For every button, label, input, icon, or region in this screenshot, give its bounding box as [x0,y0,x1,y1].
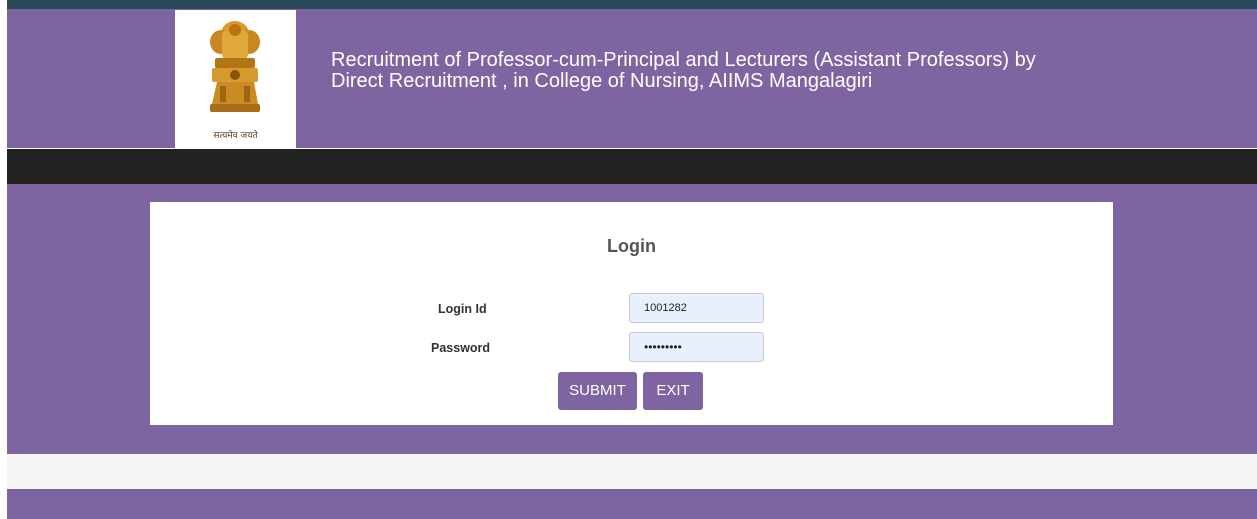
submit-button[interactable]: SUBMIT [558,372,637,410]
login-heading: Login [607,236,656,256]
footer-strip [7,454,1257,489]
top-border [7,0,1257,9]
national-emblem-icon [210,21,260,112]
page-title: Recruitment of Professor-cum-Principal a… [331,50,1091,92]
exit-button[interactable]: EXIT [643,372,703,410]
emblem-logo: सत्यमेव जयते [175,10,296,148]
emblem-motto: सत्यमेव जयते [213,131,258,141]
login-id-label: Login Id [438,302,487,316]
navbar [7,149,1257,184]
password-label: Password [431,341,491,355]
password-input[interactable] [629,332,764,362]
login-id-input[interactable] [629,293,764,323]
footer-band [7,489,1257,519]
login-card: Login Login Id Password SUBMIT EXIT [150,202,1113,425]
page-title-line1: Recruitment of Professor-cum-Principal a… [331,49,1036,71]
page-title-line2: Direct Recruitment , in College of Nursi… [331,70,873,92]
